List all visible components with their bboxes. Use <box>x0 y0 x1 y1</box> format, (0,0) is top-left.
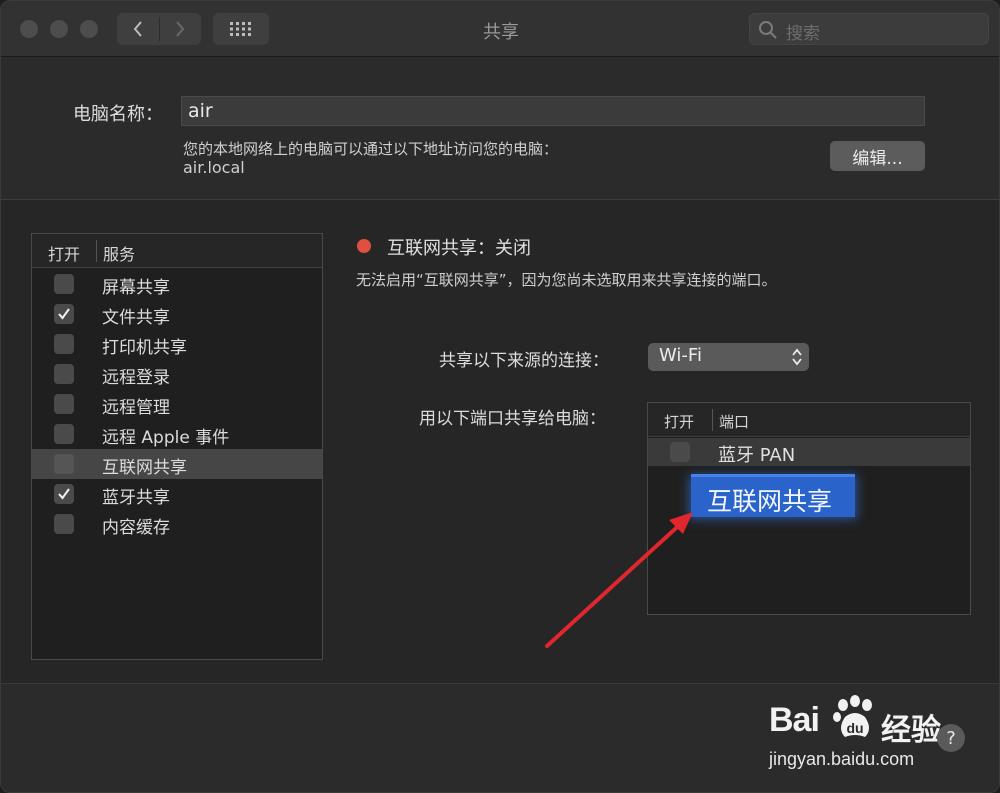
service-row-file-sharing[interactable]: 文件共享 <box>32 299 322 329</box>
services-list-header: 打开 服务 <box>32 234 322 268</box>
header-on: 打开 <box>664 413 695 431</box>
status-message: 无法启用“互联网共享”，因为您尚未选取用来共享连接的端口。 <box>356 271 777 289</box>
watermark-logo: Bai <box>769 701 820 739</box>
paw-logo-icon: du <box>833 695 872 737</box>
service-row-remote-management[interactable]: 远程管理 <box>32 389 322 419</box>
service-label: 内容缓存 <box>102 518 170 538</box>
service-label: 远程 Apple 事件 <box>102 428 230 448</box>
computer-name-value: air <box>188 100 213 122</box>
service-row-printer-sharing[interactable]: 打印机共享 <box>32 329 322 359</box>
header-divider <box>96 240 97 262</box>
share-from-value: Wi-Fi <box>659 345 702 366</box>
service-row-internet-sharing[interactable]: 互联网共享 <box>32 449 322 479</box>
search-field[interactable]: 搜索 <box>749 13 989 45</box>
computer-name-label: 电脑名称： <box>73 104 163 125</box>
share-to-label: 用以下端口共享给电脑： <box>419 409 606 429</box>
header-service: 服务 <box>103 245 136 264</box>
search-placeholder: 搜索 <box>786 24 820 44</box>
port-checkbox[interactable] <box>670 442 690 462</box>
service-label: 打印机共享 <box>102 338 187 358</box>
drag-highlight-stripe <box>691 474 855 477</box>
service-checkbox[interactable] <box>54 274 74 294</box>
service-checkbox[interactable] <box>54 304 74 324</box>
watermark-logo-cn: 经验 <box>881 713 941 748</box>
service-label: 文件共享 <box>102 308 170 328</box>
service-label: 远程管理 <box>102 398 170 418</box>
service-label: 互联网共享 <box>102 458 187 478</box>
port-row-bluetooth-pan[interactable]: 蓝牙 PAN <box>648 438 970 466</box>
help-button[interactable]: ? <box>937 724 965 752</box>
service-label: 远程登录 <box>102 368 170 388</box>
svg-text:du: du <box>846 720 863 736</box>
service-label: 蓝牙共享 <box>102 488 170 508</box>
search-icon <box>759 21 777 39</box>
checkmark-icon <box>58 488 70 500</box>
service-row-remote-login[interactable]: 远程登录 <box>32 359 322 389</box>
status-indicator <box>357 239 371 253</box>
service-checkbox[interactable] <box>54 334 74 354</box>
share-from-select[interactable]: Wi-Fi <box>648 343 809 371</box>
dragged-service-item[interactable]: 互联网共享 <box>691 474 855 517</box>
dragged-item-label: 互联网共享 <box>707 487 833 516</box>
edit-button[interactable]: 编辑... <box>830 141 925 171</box>
watermark-url: jingyan.baidu.com <box>769 749 915 769</box>
service-checkbox[interactable] <box>54 454 74 474</box>
service-checkbox[interactable] <box>54 484 74 504</box>
ports-list-header: 打开 端口 <box>648 403 970 437</box>
service-row-content-caching[interactable]: 内容缓存 <box>32 509 322 539</box>
service-checkbox[interactable] <box>54 424 74 444</box>
header-port: 端口 <box>719 413 750 431</box>
service-row-screen-sharing[interactable]: 屏幕共享 <box>32 269 322 299</box>
header-divider <box>712 409 713 431</box>
service-label: 屏幕共享 <box>102 278 170 298</box>
title-bar: 共享 搜索 <box>1 1 999 57</box>
service-row-remote-apple-events[interactable]: 远程 Apple 事件 <box>32 419 322 449</box>
checkmark-icon <box>58 308 70 320</box>
network-address-description: 您的本地网络上的电脑可以通过以下地址访问您的电脑： <box>183 140 559 158</box>
network-address: air.local <box>183 158 245 177</box>
annotation-arrow-icon <box>545 512 693 648</box>
service-row-bluetooth-sharing[interactable]: 蓝牙共享 <box>32 479 322 509</box>
computer-name-section: 电脑名称： air 您的本地网络上的电脑可以通过以下地址访问您的电脑： air.… <box>1 58 999 200</box>
services-list: 打开 服务 屏幕共享 文件共享 打印机共享 远程登录 远程管理 远程 Apple… <box>31 233 323 660</box>
updown-chevron-icon <box>792 348 802 366</box>
sharing-main-panel: 打开 服务 屏幕共享 文件共享 打印机共享 远程登录 远程管理 远程 Apple… <box>1 200 999 684</box>
computer-name-field[interactable]: air <box>181 96 925 126</box>
header-on: 打开 <box>48 245 81 264</box>
system-preferences-window: 共享 搜索 电脑名称： air 您的本地网络上的电脑可以通过以下地址访问您的电脑… <box>0 0 1000 793</box>
share-from-label: 共享以下来源的连接： <box>439 351 609 371</box>
service-checkbox[interactable] <box>54 364 74 384</box>
sharing-status: 互联网共享：关闭 <box>387 238 531 259</box>
service-checkbox[interactable] <box>54 514 74 534</box>
port-label: 蓝牙 PAN <box>718 445 796 466</box>
service-checkbox[interactable] <box>54 394 74 414</box>
